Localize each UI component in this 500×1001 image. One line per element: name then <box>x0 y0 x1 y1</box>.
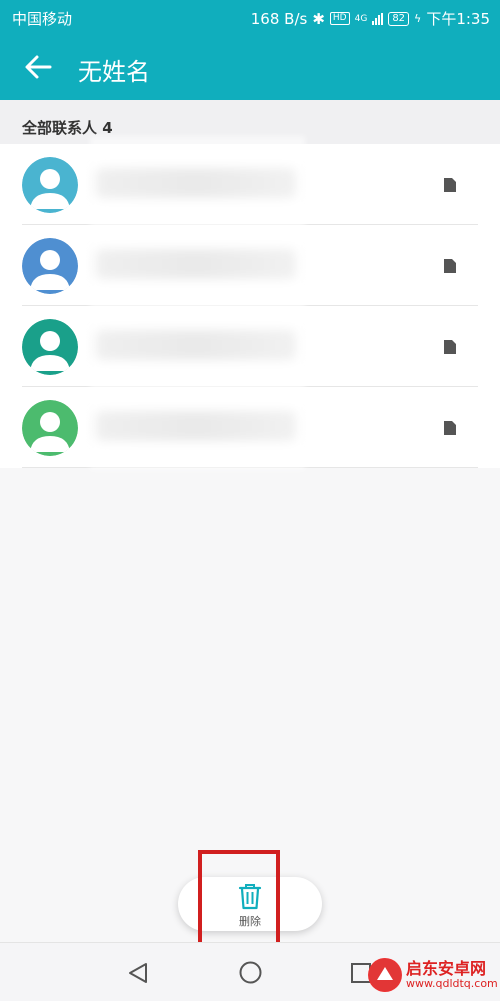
watermark-logo-icon <box>368 958 402 992</box>
avatar-icon <box>22 319 78 375</box>
contact-list <box>0 144 500 468</box>
signal-icon <box>372 12 384 25</box>
section-header-label: 全部联系人 4 <box>22 119 113 137</box>
battery-level: 82 <box>388 11 410 26</box>
avatar-icon <box>22 238 78 294</box>
contact-row[interactable] <box>0 306 500 387</box>
delete-button[interactable]: 删除 <box>178 877 322 931</box>
avatar-icon <box>22 157 78 213</box>
status-bar: 中国移动 168 B/s ✱ HD 4G 82 ϟ 下午1:35 <box>0 0 500 34</box>
hd-badge: HD <box>329 12 350 25</box>
delete-label: 删除 <box>239 915 261 928</box>
app-bar: 无姓名 <box>0 34 500 100</box>
contact-card-icon[interactable] <box>444 177 456 192</box>
contact-name-blurred <box>96 168 296 198</box>
network-type: 4G <box>354 13 368 24</box>
contact-row[interactable] <box>0 225 500 306</box>
contact-row[interactable] <box>0 387 500 468</box>
divider <box>22 467 478 468</box>
nav-back-icon[interactable] <box>126 961 150 989</box>
contact-card-icon[interactable] <box>444 339 456 354</box>
section-header: 全部联系人 4 <box>0 100 500 144</box>
contact-card-icon[interactable] <box>444 258 456 273</box>
watermark: 启东安卓网 www.qdldtq.com <box>368 958 498 992</box>
back-arrow-icon[interactable] <box>18 48 56 86</box>
status-right: 168 B/s ✱ HD 4G 82 ϟ 下午1:35 <box>251 8 490 29</box>
contact-row[interactable] <box>0 144 500 225</box>
page-title: 无姓名 <box>78 58 150 86</box>
bluetooth-icon: ✱ <box>312 9 325 28</box>
contact-name-blurred <box>96 411 296 441</box>
network-speed: 168 B/s <box>250 9 308 28</box>
contact-name-blurred <box>96 249 296 279</box>
nav-home-icon[interactable] <box>238 960 263 989</box>
contact-name-blurred <box>96 330 296 360</box>
watermark-url: www.qdldtq.com <box>406 977 498 990</box>
watermark-name: 启东安卓网 <box>406 959 487 978</box>
avatar-icon <box>22 400 78 456</box>
carrier-name: 中国移动 <box>12 10 73 28</box>
contact-card-icon[interactable] <box>444 420 456 435</box>
trash-icon <box>235 881 265 915</box>
clock: 下午1:35 <box>426 10 490 28</box>
charging-icon: ϟ <box>414 12 422 25</box>
